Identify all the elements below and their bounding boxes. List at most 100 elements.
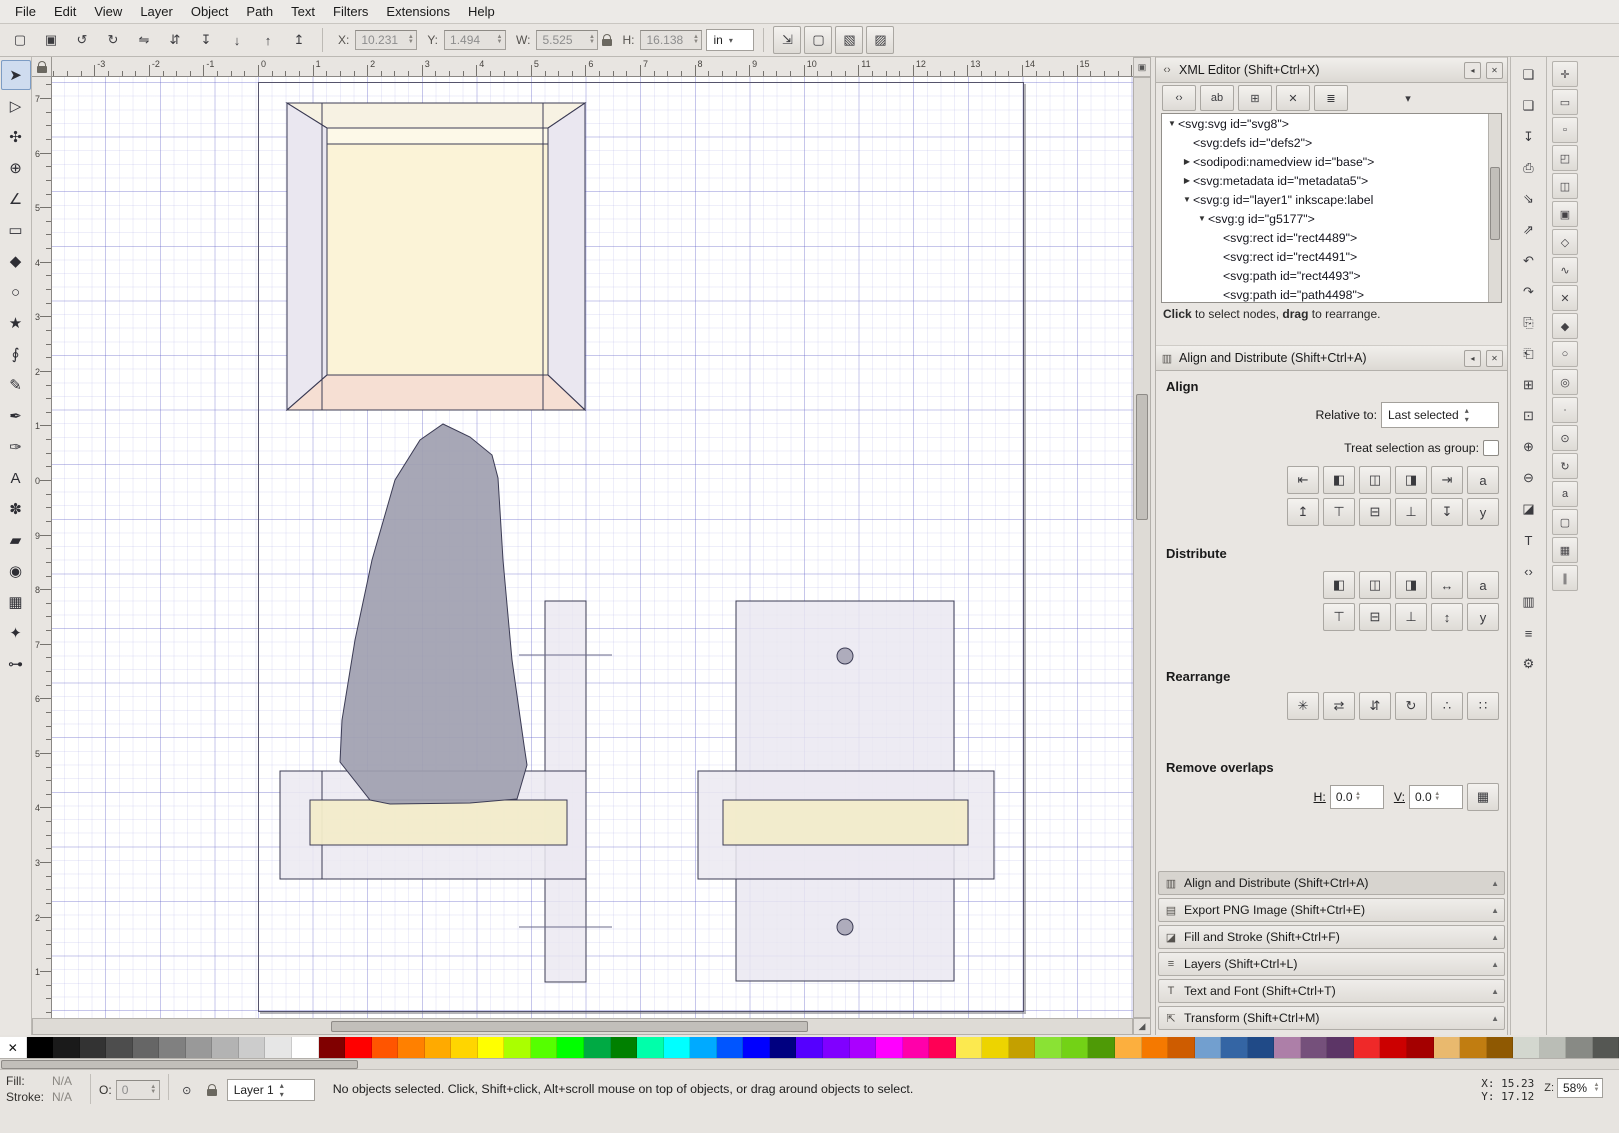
center-horizontal-axis-button[interactable]: ⊟ [1359,498,1391,526]
tree-expander-icon[interactable]: ▼ [1166,119,1178,128]
xml-tree-row[interactable]: <svg:rect id="rect4491"> [1162,247,1501,266]
align-top-edges-button[interactable]: ⊤ [1323,498,1355,526]
align-left-to-right-edge-anchor-button[interactable]: ⇥ [1431,466,1463,494]
palette-swatch[interactable] [584,1037,611,1058]
snap-others-toggle[interactable]: ∙ [1552,397,1578,423]
palette-swatch[interactable] [1540,1037,1567,1058]
w-spinner[interactable]: ▲▼ [586,35,597,45]
palette-swatch[interactable] [1513,1037,1540,1058]
graph-layout-button[interactable]: ✳ [1287,692,1319,720]
palette-swatch[interactable] [1380,1037,1407,1058]
text-align-horizontal-button[interactable]: a [1467,466,1499,494]
zoom-drawing-button[interactable]: ⊕ [1515,433,1543,461]
palette-swatch[interactable] [743,1037,770,1058]
palette-swatch[interactable] [1195,1037,1222,1058]
dockbar-fill-stroke[interactable]: ◪Fill and Stroke (Shift+Ctrl+F)▲ [1158,925,1505,949]
flip-vertical-button[interactable]: ⇵ [161,26,189,54]
connector-tool[interactable]: ⊶ [1,649,31,679]
menu-filters[interactable]: Filters [324,2,377,21]
zoom-tool[interactable]: ⊕ [1,153,31,183]
close-panel-button[interactable]: ✕ [1486,350,1503,367]
palette-swatch[interactable] [1248,1037,1275,1058]
snap-text-baselines-toggle[interactable]: a [1552,481,1578,507]
delete-node-button[interactable]: ✕ [1276,85,1310,111]
opacity-field[interactable]: 0 ▲▼ [116,1080,160,1100]
move-patterns-toggle[interactable]: ▨ [866,26,894,54]
dockbar-text-font[interactable]: TText and Font (Shift+Ctrl+T)▲ [1158,979,1505,1003]
palette-swatch[interactable] [637,1037,664,1058]
ruler-corner[interactable] [32,57,52,77]
palette-swatch[interactable] [1088,1037,1115,1058]
snap-toggle[interactable]: ✛ [1552,61,1578,87]
palette-swatch[interactable] [1566,1037,1593,1058]
flip-horizontal-button[interactable]: ⇋ [130,26,158,54]
gradient-tool[interactable]: ▦ [1,587,31,617]
rectangle-tool[interactable]: ▭ [1,215,31,245]
palette-swatch[interactable] [982,1037,1009,1058]
snap-nodes-toggle[interactable]: ◇ [1552,229,1578,255]
zoom-spinner[interactable]: ▲▼ [1591,1083,1602,1093]
x-field[interactable]: 10.231 ▲▼ [355,30,417,50]
snap-cusp-nodes-toggle[interactable]: ◆ [1552,313,1578,339]
palette-swatch[interactable] [929,1037,956,1058]
close-panel-button[interactable]: ✕ [1486,62,1503,79]
dockbar-transform[interactable]: ⇱Transform (Shift+Ctrl+M)▲ [1158,1006,1505,1030]
palette-swatch[interactable] [557,1037,584,1058]
dockbar-export-png[interactable]: ▤Export PNG Image (Shift+Ctrl+E)▲ [1158,898,1505,922]
layer-lock-icon[interactable] [202,1080,222,1100]
distribute-text-anchors-vertical-button[interactable]: y [1467,603,1499,631]
menu-file[interactable]: File [6,2,45,21]
palette-swatch[interactable] [1115,1037,1142,1058]
xml-tree-scrollbar-thumb[interactable] [1490,167,1500,240]
xml-tree-row[interactable]: ▶<sodipodi:namedview id="base"> [1162,152,1501,171]
palette-swatch[interactable] [1301,1037,1328,1058]
unclump-button[interactable]: ∷ [1467,692,1499,720]
palette-swatch[interactable] [451,1037,478,1058]
text-align-vertical-button[interactable]: y [1467,498,1499,526]
preferences-button[interactable]: ⚙ [1515,650,1543,678]
palette-swatch[interactable] [27,1037,54,1058]
node-editor-tool[interactable]: ▷ [1,91,31,121]
palette-swatch[interactable] [425,1037,452,1058]
star-tool[interactable]: ★ [1,308,31,338]
xml-tree[interactable]: ▼<svg:svg id="svg8"><svg:defs id="defs2"… [1161,113,1502,303]
snap-page-border-toggle[interactable]: ▢ [1552,509,1578,535]
palette-swatch[interactable] [903,1037,930,1058]
horizontal-ruler[interactable]: -3-2-10123456789101112131415 [52,57,1133,77]
vertical-scrollbar-thumb[interactable] [1136,394,1148,520]
palette-scrollbar-thumb[interactable] [1,1060,358,1069]
dropper-tool[interactable]: ✦ [1,618,31,648]
align-right-edges-button[interactable]: ◨ [1395,466,1427,494]
selector-tool[interactable]: ➤ [1,60,31,90]
print-document-button[interactable]: ⎙ [1515,154,1543,182]
palette-swatch[interactable] [1168,1037,1195,1058]
palette-swatch[interactable] [292,1037,319,1058]
eraser-tool[interactable]: ▰ [1,525,31,555]
palette-swatch[interactable] [186,1037,213,1058]
new-text-node-button[interactable]: ab [1200,85,1234,111]
paste-button[interactable]: ⎗ [1515,340,1543,368]
xml-tree-row[interactable]: <svg:defs id="defs2"> [1162,133,1501,152]
paint-bucket-tool[interactable]: ◉ [1,556,31,586]
node-attributes-button[interactable]: ≣ [1314,85,1348,111]
spiral-tool[interactable]: ∮ [1,339,31,369]
tree-expander-icon[interactable]: ▶ [1181,176,1193,185]
palette-swatch[interactable] [690,1037,717,1058]
palette-swatch[interactable] [1009,1037,1036,1058]
xml-tree-scrollbar[interactable] [1488,114,1501,302]
y-spinner[interactable]: ▲▼ [494,35,505,45]
move-gradients-toggle[interactable]: ▧ [835,26,863,54]
palette-swatch[interactable] [1062,1037,1089,1058]
calligraphy-tool[interactable]: ✑ [1,432,31,462]
raise-to-top-button[interactable]: ↥ [285,26,313,54]
align-bottom-to-top-edge-anchor-button[interactable]: ↥ [1287,498,1319,526]
palette-swatch[interactable] [80,1037,107,1058]
document-properties-button[interactable]: ≡ [1515,619,1543,647]
lock-width-height-icon[interactable] [602,39,612,46]
tree-expander-icon[interactable]: ▼ [1181,195,1193,204]
remove-overlaps-button[interactable]: ▦ [1467,783,1499,811]
undock-panel-button[interactable]: ◂ [1464,62,1481,79]
scale-corners-toggle[interactable]: ▢ [804,26,832,54]
select-all-layers-button[interactable]: ▣ [37,26,65,54]
snap-path-intersections-toggle[interactable]: ✕ [1552,285,1578,311]
